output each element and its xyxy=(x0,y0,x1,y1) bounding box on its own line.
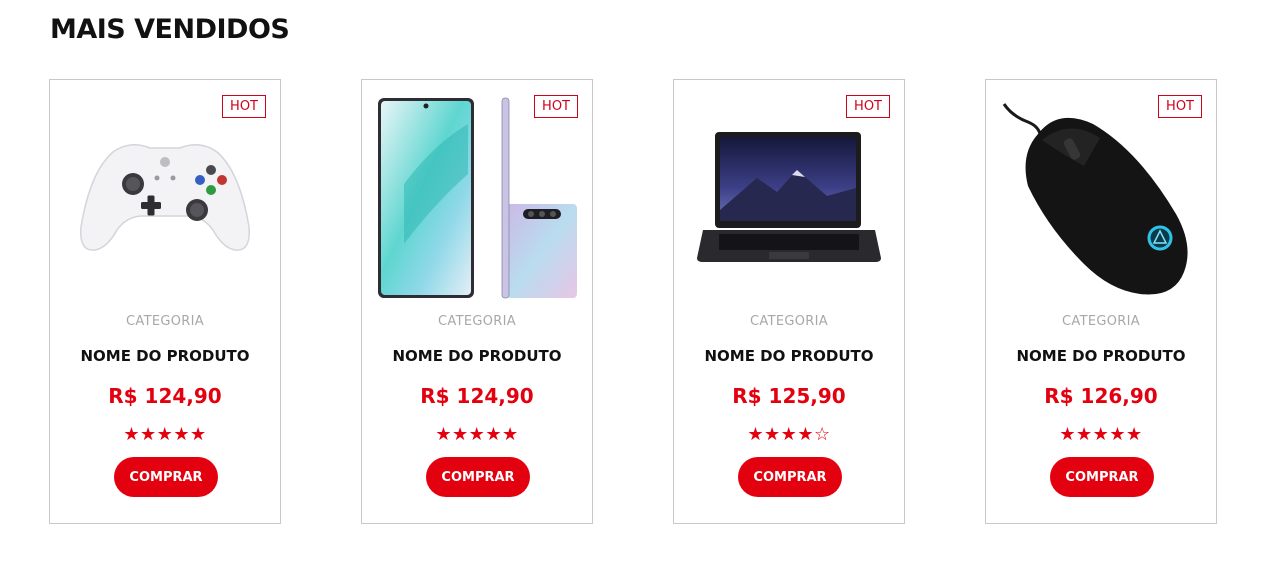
rating-stars: ★★★★★ xyxy=(362,424,592,445)
star-filled-icon: ★ xyxy=(747,424,765,445)
gaming-mouse-image xyxy=(1002,103,1188,295)
star-filled-icon: ★ xyxy=(1092,424,1110,445)
star-filled-icon: ★ xyxy=(1125,424,1143,445)
product-price: R$ 126,90 xyxy=(1044,384,1158,408)
star-filled-icon: ★ xyxy=(452,424,469,445)
star-filled-icon: ★ xyxy=(1109,424,1126,445)
smartphone-image xyxy=(378,97,577,299)
product-card[interactable]: HOT CATEGORIA NOME DO PRODUTO R$ 125,90 … xyxy=(673,79,905,524)
star-empty-icon: ☆ xyxy=(813,424,831,445)
product-card[interactable]: HOT CATEGORIA NOME DO PRODUTO R$ 126,90 … xyxy=(985,79,1217,524)
product-name[interactable]: NOME DO PRODUTO xyxy=(674,347,904,365)
product-price: R$ 124,90 xyxy=(420,384,534,408)
star-filled-icon: ★ xyxy=(764,424,781,445)
product-price: R$ 124,90 xyxy=(108,384,222,408)
section-title: MAIS VENDIDOS xyxy=(50,14,290,45)
buy-button[interactable]: COMPRAR xyxy=(738,457,842,497)
product-image-laptop[interactable] xyxy=(684,92,894,302)
product-price: R$ 125,90 xyxy=(732,384,846,408)
product-name[interactable]: NOME DO PRODUTO xyxy=(362,347,592,365)
star-filled-icon: ★ xyxy=(123,424,141,445)
laptop-image xyxy=(697,132,881,262)
rating-stars: ★★★★☆ xyxy=(674,424,904,445)
rating-stars: ★★★★★ xyxy=(986,424,1216,445)
product-category: CATEGORIA xyxy=(438,314,516,329)
star-filled-icon: ★ xyxy=(435,424,453,445)
product-image-gaming-mouse[interactable] xyxy=(996,92,1206,302)
product-card[interactable]: HOT CATEGORIA NOME DO PRODUTO R$ 124,90 … xyxy=(361,79,593,524)
product-name[interactable]: NOME DO PRODUTO xyxy=(50,347,280,365)
star-filled-icon: ★ xyxy=(780,424,798,445)
star-filled-icon: ★ xyxy=(1076,424,1093,445)
star-filled-icon: ★ xyxy=(501,424,519,445)
buy-button[interactable]: COMPRAR xyxy=(1050,457,1154,497)
star-filled-icon: ★ xyxy=(468,424,486,445)
star-filled-icon: ★ xyxy=(485,424,502,445)
star-filled-icon: ★ xyxy=(140,424,157,445)
product-card[interactable]: HOT CATEGORIA NOME DO PRODUTO R$ 124,90 … xyxy=(49,79,281,524)
xbox-controller-image xyxy=(80,144,250,251)
product-name[interactable]: NOME DO PRODUTO xyxy=(986,347,1216,365)
product-category: CATEGORIA xyxy=(750,314,828,329)
product-category: CATEGORIA xyxy=(1062,314,1140,329)
star-filled-icon: ★ xyxy=(1059,424,1077,445)
product-image-xbox-controller[interactable] xyxy=(60,92,270,302)
star-filled-icon: ★ xyxy=(173,424,190,445)
rating-stars: ★★★★★ xyxy=(50,424,280,445)
star-filled-icon: ★ xyxy=(156,424,174,445)
buy-button[interactable]: COMPRAR xyxy=(114,457,218,497)
star-filled-icon: ★ xyxy=(189,424,207,445)
product-category: CATEGORIA xyxy=(126,314,204,329)
star-filled-icon: ★ xyxy=(797,424,814,445)
hot-badge: HOT xyxy=(534,95,578,118)
buy-button[interactable]: COMPRAR xyxy=(426,457,530,497)
product-image-smartphone[interactable] xyxy=(372,92,582,302)
hot-badge: HOT xyxy=(1158,95,1202,118)
